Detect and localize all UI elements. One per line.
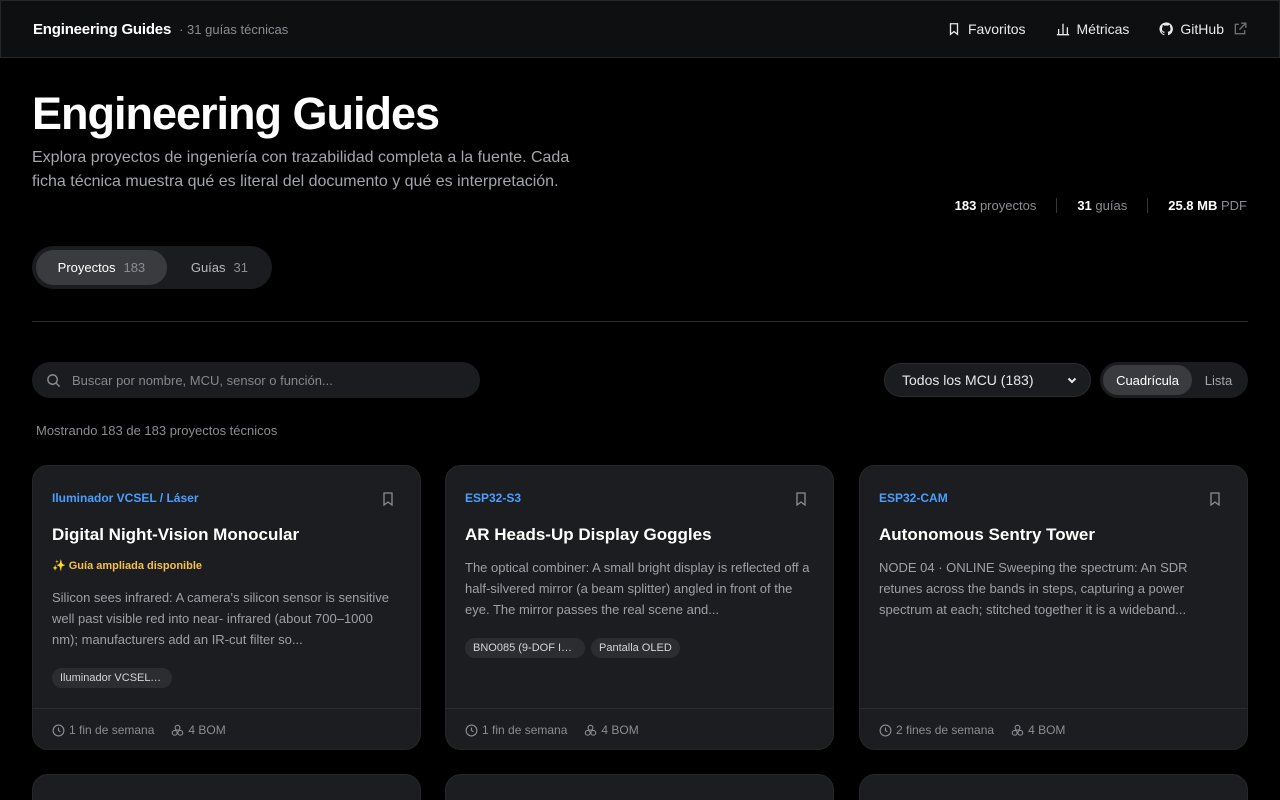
page-description: Explora proyectos de ingeniería con traz… [32,149,570,190]
nav-metricas-label: Métricas [1076,21,1130,37]
bookmark-icon[interactable] [382,492,394,506]
clock-icon [52,724,65,736]
section-tabs: Proyectos 183 Guías 31 [32,246,272,289]
nav-metricas[interactable]: Métricas [1056,21,1130,37]
nav-github-label: GitHub [1180,21,1224,37]
stat-projects-label: proyectos [979,198,1037,213]
card-category: ESP32-CAM [879,491,948,505]
nav-favoritos[interactable]: Favoritos [947,21,1026,37]
brand-subtitle: · 31 guías técnicas [179,21,289,37]
project-card[interactable]: Iluminador VCSEL / Láser Digital Night-V… [32,465,421,750]
card-title[interactable]: AR Heads-Up Display Goggles [465,525,712,545]
stat-pdf-label: PDF [1221,198,1247,213]
time-estimate: 1 fin de semana [52,723,154,737]
clock-icon [879,724,892,736]
nav-github[interactable]: GitHub [1159,21,1247,37]
stat-pdf: 25.8 MB PDF [1147,198,1247,213]
page-title: Engineering Guides [32,88,440,139]
bom-count: 4 BOM [171,723,226,737]
view-grid-button[interactable]: Cuadrícula [1103,365,1192,395]
results-count: Mostrando 183 de 183 proyectos técnicos [36,423,278,438]
tab-guias[interactable]: Guías 31 [171,250,268,285]
tag-label: Pantalla OLED [599,642,672,654]
components-icon [1011,724,1024,736]
time-estimate: 1 fin de semana [465,723,567,737]
bar-chart-icon [1056,23,1069,36]
tag-chip: Pantalla OLED [591,638,680,658]
components-icon [585,724,597,736]
view-toggle: Cuadrícula Lista [1100,362,1248,398]
card-description: NODE 04 · ONLINE Sweeping the spectrum: … [879,560,1188,617]
card-footer: 1 fin de semana 4 BOM [446,708,833,749]
tab-proyectos-label: Proyectos [57,260,116,275]
view-list-button[interactable]: Lista [1192,365,1245,395]
project-card[interactable] [859,774,1248,800]
bom-label: 4 BOM [1028,723,1066,737]
stat-guides: 31 guías [1056,198,1147,213]
search-box [32,362,480,398]
project-card[interactable] [445,774,834,800]
bookmark-icon [949,23,959,36]
external-link-icon [1234,22,1247,35]
components-icon [172,724,184,736]
bom-label: 4 BOM [601,723,639,737]
tag-chip: BNO085 (9-DOF IMU) [465,638,585,658]
search-input[interactable] [72,372,452,388]
tab-proyectos-count: 183 [123,260,146,275]
card-description: Silicon sees infrared: A camera's silico… [52,590,390,647]
mcu-filter-value: Todos los MCU (183) [902,372,1034,388]
card-description: The optical combiner: A small bright dis… [465,560,810,617]
bom-label: 4 BOM [188,723,226,737]
time-label: 1 fin de semana [69,723,155,737]
time-label: 1 fin de semana [482,723,568,737]
time-label: 2 fines de semana [896,723,995,737]
github-icon [1159,22,1174,36]
tab-proyectos[interactable]: Proyectos 183 [36,250,167,285]
nav-favoritos-label: Favoritos [967,21,1026,37]
card-tags: BNO085 (9-DOF IMU) Pantalla OLED [465,638,680,658]
card-tags: Iluminador VCSEL / Láser [52,668,172,688]
tab-guias-label: Guías [190,260,226,275]
mcu-filter-select[interactable]: Todos los MCU (183) [884,363,1091,397]
project-card[interactable]: ESP32-CAM Autonomous Sentry Tower NODE 0… [859,465,1248,750]
search-icon [47,373,61,387]
tag-label: BNO085 (9-DOF IMU) [473,642,577,654]
clock-icon [465,724,478,736]
card-footer: 1 fin de semana 4 BOM [33,708,420,749]
top-nav: Favoritos Métricas GitHub [947,21,1247,37]
tag-chip: Iluminador VCSEL / Láser [52,668,172,688]
card-category: Iluminador VCSEL / Láser [52,491,199,505]
top-navbar: Engineering Guides · 31 guías técnicas F… [0,0,1280,58]
tag-label: Iluminador VCSEL / Láser [60,672,164,684]
expanded-guide-badge: ✨ Guía ampliada disponible [52,560,202,572]
stat-projects-value: 183 [954,198,977,213]
bookmark-icon[interactable] [1209,492,1221,506]
card-category: ESP32-S3 [465,491,522,505]
stat-projects: 183 proyectos [955,198,1057,213]
section-divider [32,321,1248,322]
project-card[interactable]: ESP32-S3 AR Heads-Up Display Goggles The… [445,465,834,750]
bookmark-icon[interactable] [795,492,807,506]
stat-guides-label: guías [1095,198,1128,213]
card-title[interactable]: Digital Night-Vision Monocular [52,525,299,545]
brand-title[interactable]: Engineering Guides [33,21,171,38]
bom-count: 4 BOM [584,723,639,737]
bom-count: 4 BOM [1011,723,1065,737]
time-estimate: 2 fines de semana [879,723,994,737]
chevron-down-icon [1067,377,1077,384]
tab-guias-count: 31 [233,260,248,275]
stats-bar: 183 proyectos 31 guías 25.8 MB PDF [955,198,1247,213]
project-card[interactable] [32,774,421,800]
card-footer: 2 fines de semana 4 BOM [860,708,1247,749]
card-title[interactable]: Autonomous Sentry Tower [879,525,1095,545]
stat-pdf-value: 25.8 MB [1168,198,1218,213]
stat-guides-value: 31 [1077,198,1092,213]
